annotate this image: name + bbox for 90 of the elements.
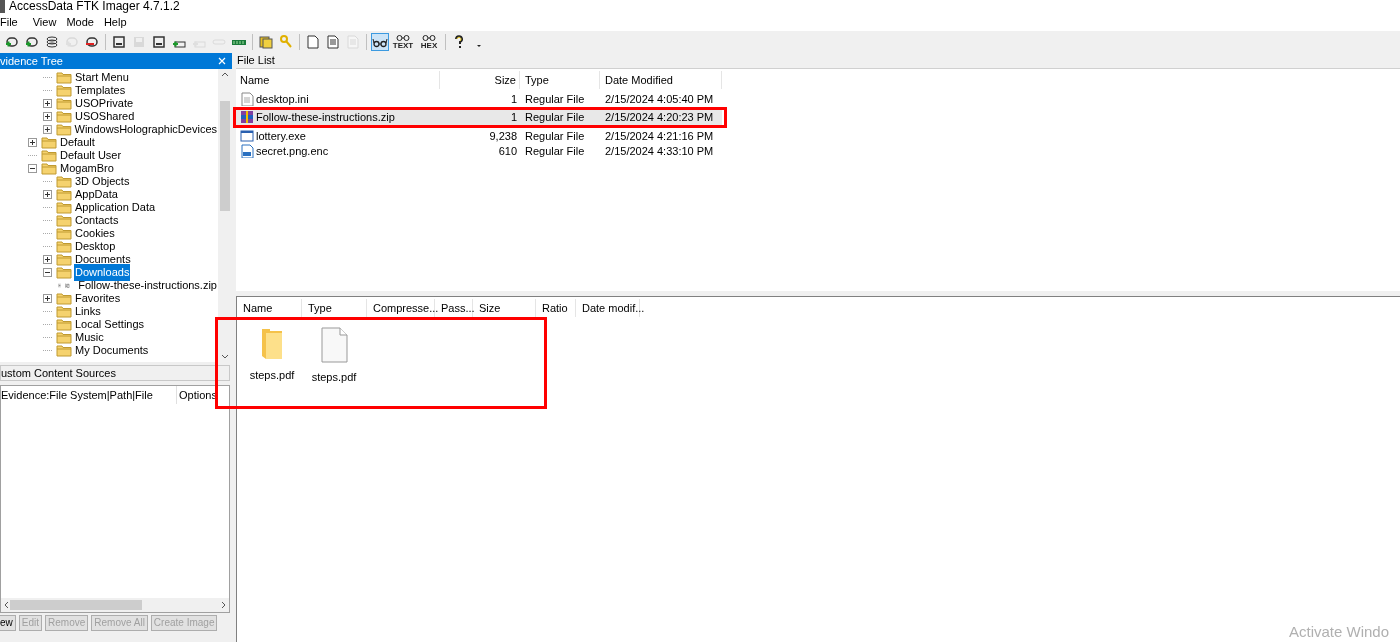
glasses-icon — [422, 34, 436, 41]
folder-icon — [56, 252, 72, 267]
stack-icon[interactable] — [44, 34, 60, 50]
menu-item[interactable]: File — [0, 13, 28, 31]
glasses-icon — [396, 34, 410, 41]
file-icon — [240, 144, 254, 159]
collapse-icon[interactable] — [28, 164, 37, 173]
folder-icon — [56, 83, 72, 98]
page-icon[interactable] — [305, 34, 321, 50]
folder-icon — [56, 317, 72, 332]
scroll-thumb[interactable] — [10, 600, 142, 610]
folder-icon — [55, 122, 72, 137]
table-cell-text: 2/15/2024 4:20:23 PM — [604, 110, 715, 125]
archive-icon — [240, 110, 254, 125]
section-title: ustom Content Sources — [1, 365, 116, 381]
table-cell-text: Follow-these-instructions.zip — [256, 110, 395, 125]
folder-icon — [56, 187, 72, 202]
table-cell-text: 1 — [509, 110, 518, 125]
horizontal-scrollbar[interactable] — [1, 598, 229, 612]
table-cell-text: 2/15/2024 4:21:16 PM — [604, 128, 715, 144]
folder-icon — [56, 109, 72, 124]
table-cell-text: 1 — [509, 91, 518, 107]
folder-icon — [41, 135, 57, 150]
view-button[interactable]: TEXT — [391, 33, 415, 51]
view-button[interactable]: HEX — [417, 33, 441, 51]
table-row[interactable]: secret.png.enc 610 Regular File 2/15/2024 4:33:10 PM — [236, 143, 722, 159]
column-header[interactable]: Type — [302, 299, 367, 317]
column-header[interactable]: Size — [440, 71, 520, 89]
table-cell-text: 610 — [497, 144, 518, 159]
document-icon[interactable] — [325, 34, 341, 50]
folder-icon — [41, 148, 57, 163]
column-header[interactable]: Date Modified — [600, 71, 722, 89]
folder-icon — [56, 265, 72, 280]
icon-label: HEX — [420, 40, 438, 50]
column-header[interactable]: Name — [237, 299, 302, 317]
table-cell-text: 9,238 — [488, 128, 518, 144]
file-icon — [240, 91, 254, 106]
folder-icon — [56, 330, 72, 345]
collapse-icon[interactable] — [43, 268, 52, 277]
folder-icon — [56, 213, 72, 228]
file-name[interactable]: steps.pdf — [249, 367, 295, 384]
table-cell-text: secret.png.enc — [256, 144, 329, 159]
column-header[interactable]: Pass... — [435, 299, 473, 317]
menu-item[interactable]: View — [27, 13, 62, 31]
panel-title: vidence Tree — [0, 53, 63, 69]
table-row[interactable]: desktop.ini 1 Regular File 2/15/2024 4:05:40 PM — [236, 91, 722, 107]
column-header[interactable]: Size — [473, 299, 536, 317]
toggle-button[interactable] — [371, 33, 389, 51]
folder-icon — [56, 304, 72, 319]
column-header[interactable]: Type — [520, 71, 600, 89]
column-header[interactable]: Ratio — [536, 299, 576, 317]
menu-item[interactable]: Help — [98, 13, 132, 31]
folder-icon — [56, 70, 72, 85]
window-icon — [240, 128, 254, 143]
app-icon — [0, 0, 5, 13]
folder-icon — [56, 174, 72, 189]
table-cell-text: Regular File — [524, 91, 586, 107]
file-name[interactable]: steps.pdf — [311, 369, 357, 386]
folder-icon — [56, 239, 72, 254]
window-title: AccessData FTK Imager 4.7.1.2 — [9, 0, 180, 13]
folder-icon[interactable] — [258, 34, 274, 50]
table-cell-text: Regular File — [524, 144, 586, 159]
panel-title: File List — [237, 53, 275, 69]
folder-icon — [56, 343, 72, 358]
column-header[interactable]: Options — [177, 386, 217, 404]
table-cell-text: 2/15/2024 4:05:40 PM — [604, 91, 715, 107]
icon-label: TEXT — [392, 40, 414, 50]
folder-icon — [56, 200, 72, 215]
folder-icon — [56, 291, 72, 306]
drive-icon[interactable] — [151, 34, 167, 50]
column-header[interactable]: Name — [236, 71, 440, 89]
tree-item[interactable]: Downloads — [74, 264, 131, 281]
action-button[interactable]: ew — [0, 615, 16, 631]
table-row[interactable]: lottery.exe 9,238 Regular File 2/15/2024 4:21:16 PM — [236, 128, 722, 144]
scroll-thumb[interactable] — [220, 100, 230, 211]
table-cell-text: 2/15/2024 4:33:10 PM — [604, 144, 715, 159]
drive-icon[interactable] — [111, 34, 127, 50]
column-header[interactable]: Evidence:File System|Path|File — [1, 386, 177, 404]
activation-notice: Activate Windo — [1289, 622, 1390, 642]
table-cell-text: Regular File — [524, 110, 586, 125]
close-icon[interactable] — [218, 57, 226, 65]
menu-item[interactable]: Mode — [61, 13, 99, 31]
folder-icon — [56, 226, 72, 241]
table-cell-text: lottery.exe — [256, 128, 306, 144]
folder-icon — [56, 96, 72, 111]
table-cell-text: Regular File — [524, 128, 586, 144]
table-cell-text: desktop.ini — [256, 91, 309, 107]
table-row[interactable]: Follow-these-instructions.zip 1 Regular File 2/15/2024 4:20:23 PM — [236, 109, 722, 125]
scrollbar[interactable] — [218, 69, 232, 362]
folder-icon — [41, 161, 57, 176]
